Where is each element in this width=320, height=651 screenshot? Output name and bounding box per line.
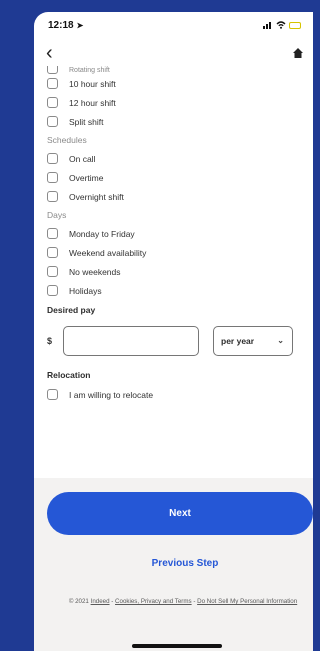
relocation-label: Relocation (47, 370, 91, 380)
desired-pay-row: $ per year ⌄ (47, 324, 301, 357)
currency-symbol: $ (47, 335, 53, 346)
home-indicator[interactable] (132, 644, 222, 648)
job-preferences-form: Rotating shift 10 hour shift 12 hour shi… (34, 66, 313, 404)
pay-period-selected: per year (221, 335, 255, 346)
cellular-signal-icon (263, 22, 271, 29)
checkbox-row-on-call[interactable]: On call (47, 149, 301, 168)
checkbox-row-weekend-availability[interactable]: Weekend availability (47, 243, 301, 262)
checkbox-label: Rotating shift (69, 67, 110, 74)
checkbox[interactable] (47, 247, 58, 258)
footer-area: Next Previous Step © 2021 Indeed - Cooki… (34, 478, 313, 651)
section-title-days: Days (47, 210, 67, 220)
checkbox[interactable] (47, 116, 58, 127)
copyright-text: © 2021 (68, 598, 89, 605)
checkbox-label: 10 hour shift (69, 78, 116, 89)
legal-footer: © 2021 Indeed - Cookies, Privacy and Ter… (38, 597, 313, 607)
previous-step-link[interactable]: Previous Step (34, 558, 313, 569)
checkbox[interactable] (47, 66, 58, 74)
battery-low-icon (289, 21, 301, 29)
checkbox-row-10-hour-shift[interactable]: 10 hour shift (47, 74, 301, 93)
checkbox-row-12-hour-shift[interactable]: 12 hour shift (47, 93, 301, 112)
checkbox-row-holidays[interactable]: Holidays (47, 281, 301, 300)
checkbox[interactable] (47, 97, 58, 108)
checkbox-label: Split shift (69, 116, 104, 127)
nav-bar: ‹ (34, 38, 313, 68)
checkbox[interactable] (47, 172, 58, 183)
section-title-schedules: Schedules (47, 135, 87, 145)
checkbox[interactable] (47, 153, 58, 164)
checkbox[interactable] (47, 285, 58, 296)
indeed-link[interactable]: Indeed (91, 598, 110, 605)
checkbox-label: Overtime (69, 172, 104, 183)
checkbox[interactable] (47, 266, 58, 277)
checkbox-label: No weekends (69, 266, 121, 277)
cookies-privacy-terms-link[interactable]: Cookies, Privacy and Terms (115, 598, 192, 605)
pay-period-select[interactable]: per year ⌄ (213, 325, 293, 356)
checkbox-label: I am willing to relocate (69, 389, 154, 400)
do-not-sell-link[interactable]: Do Not Sell My Personal Information (197, 598, 297, 605)
next-button[interactable]: Next (47, 492, 313, 535)
location-arrow-icon: ➤ (76, 20, 84, 30)
checkbox-row-monday-to-friday[interactable]: Monday to Friday (47, 224, 301, 243)
pay-amount-input[interactable] (63, 325, 199, 356)
checkbox[interactable] (47, 389, 58, 400)
status-bar: 12:18 ➤ (34, 12, 313, 38)
checkbox[interactable] (47, 228, 58, 239)
chevron-left-icon[interactable]: ‹ (46, 43, 53, 63)
checkbox-row-overnight-shift[interactable]: Overnight shift (47, 187, 301, 206)
checkbox-row-split-shift[interactable]: Split shift (47, 112, 301, 131)
checkbox[interactable] (47, 191, 58, 202)
wifi-icon (276, 21, 286, 29)
checkbox-row-no-weekends[interactable]: No weekends (47, 262, 301, 281)
phone-screen: 12:18 ➤ ‹ Rotating shift 10 hour shift 1… (34, 12, 313, 651)
home-icon[interactable] (293, 48, 303, 58)
checkbox-label: On call (69, 153, 96, 164)
checkbox-label: 12 hour shift (69, 97, 116, 108)
desired-pay-label: Desired pay (47, 305, 96, 315)
checkbox-label: Overnight shift (69, 191, 124, 202)
chevron-down-icon: ⌄ (277, 336, 284, 345)
checkbox-label: Weekend availability (69, 247, 147, 258)
checkbox[interactable] (47, 78, 58, 89)
clock: 12:18 (48, 19, 74, 31)
checkbox-label: Holidays (69, 285, 102, 296)
checkbox-row-relocate[interactable]: I am willing to relocate (47, 385, 301, 404)
checkbox-label: Monday to Friday (69, 228, 135, 239)
checkbox-row-overtime[interactable]: Overtime (47, 168, 301, 187)
